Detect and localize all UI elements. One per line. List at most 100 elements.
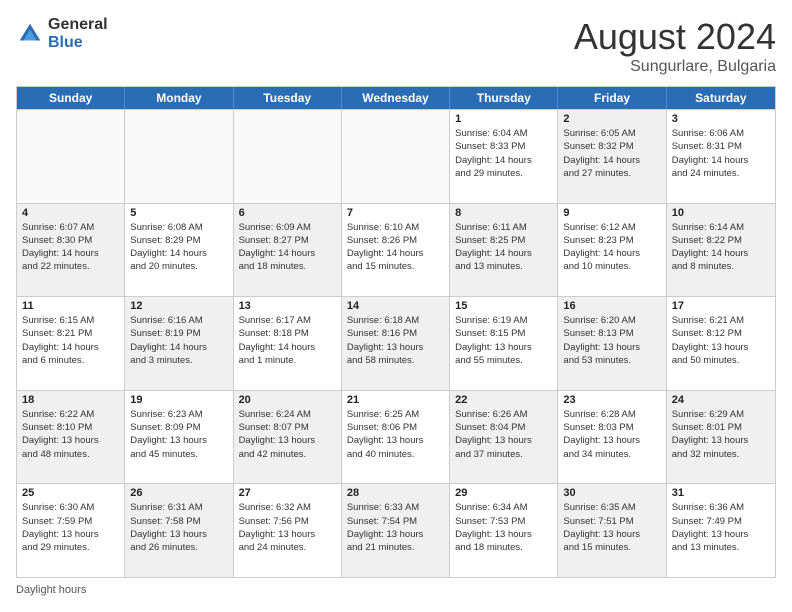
day-number: 5 xyxy=(130,207,227,219)
cell-content: Sunrise: 6:16 AM Sunset: 8:19 PM Dayligh… xyxy=(130,314,227,367)
day-number: 24 xyxy=(672,394,770,406)
day-cell-9: 9Sunrise: 6:12 AM Sunset: 8:23 PM Daylig… xyxy=(558,204,666,297)
cell-content: Sunrise: 6:22 AM Sunset: 8:10 PM Dayligh… xyxy=(22,408,119,461)
day-number: 7 xyxy=(347,207,444,219)
day-cell-7: 7 Sunrise: 6:10 AM Sunset: 8:26 PM Daylig… xyxy=(342,204,450,297)
logo-text: General Blue xyxy=(48,16,108,51)
day-number: 23 xyxy=(563,394,660,406)
title-block: August 2024 Sungurlare, Bulgaria xyxy=(574,16,776,76)
day-header-tuesday: Tuesday xyxy=(234,87,342,109)
day-number: 4 xyxy=(22,207,119,219)
logo-icon xyxy=(16,20,44,48)
day-header-saturday: Saturday xyxy=(667,87,775,109)
day-number: 18 xyxy=(22,394,119,406)
day-number: 20 xyxy=(239,394,336,406)
day-number: 21 xyxy=(347,394,444,406)
page: General Blue August 2024 Sungurlare, Bul… xyxy=(0,0,792,612)
cell-content: Sunrise: 6:36 AM Sunset: 7:49 PM Dayligh… xyxy=(672,501,770,554)
calendar: SundayMondayTuesdayWednesdayThursdayFrid… xyxy=(16,86,776,578)
cell-content: Sunrise: 6:35 AM Sunset: 7:51 PM Dayligh… xyxy=(563,501,660,554)
day-cell-2: 2 Sunrise: 6:05 AM Sunset: 8:32 PM Daylig… xyxy=(558,110,666,203)
day-number: 6 xyxy=(239,207,336,219)
empty-cell xyxy=(125,110,233,203)
day-number: 10 xyxy=(672,207,770,219)
day-cell-5: 5Sunrise: 6:08 AM Sunset: 8:29 PM Daylig… xyxy=(125,204,233,297)
day-cell-4: 4 Sunrise: 6:07 AM Sunset: 8:30 PM Daylig… xyxy=(17,204,125,297)
day-number: 11 xyxy=(22,300,119,312)
day-cell-30: 30 Sunrise: 6:35 AM Sunset: 7:51 PM Dayli… xyxy=(558,484,666,577)
day-cell-16: 16 Sunrise: 6:20 AM Sunset: 8:13 PM Dayli… xyxy=(558,297,666,390)
week-row-1: 1Sunrise: 6:04 AM Sunset: 8:33 PM Daylig… xyxy=(17,109,775,203)
cell-content: Sunrise: 6:34 AM Sunset: 7:53 PM Dayligh… xyxy=(455,501,552,554)
week-row-4: 18 Sunrise: 6:22 AM Sunset: 8:10 PM Dayli… xyxy=(17,390,775,484)
day-number: 16 xyxy=(563,300,660,312)
cell-content: Sunrise: 6:10 AM Sunset: 8:26 PM Dayligh… xyxy=(347,221,444,274)
day-cell-11: 11 Sunrise: 6:15 AM Sunset: 8:21 PM Dayli… xyxy=(17,297,125,390)
calendar-body: 1Sunrise: 6:04 AM Sunset: 8:33 PM Daylig… xyxy=(17,109,775,577)
day-number: 3 xyxy=(672,113,770,125)
month-title: August 2024 xyxy=(574,16,776,58)
cell-content: Sunrise: 6:07 AM Sunset: 8:30 PM Dayligh… xyxy=(22,221,119,274)
day-cell-22: 22 Sunrise: 6:26 AM Sunset: 8:04 PM Dayli… xyxy=(450,391,558,484)
cell-content: Sunrise: 6:21 AM Sunset: 8:12 PM Dayligh… xyxy=(672,314,770,367)
cell-content: Sunrise: 6:05 AM Sunset: 8:32 PM Dayligh… xyxy=(563,127,660,180)
cell-content: Sunrise: 6:28 AM Sunset: 8:03 PM Dayligh… xyxy=(563,408,660,461)
day-cell-25: 25Sunrise: 6:30 AM Sunset: 7:59 PM Dayli… xyxy=(17,484,125,577)
day-cell-28: 28Sunrise: 6:33 AM Sunset: 7:54 PM Dayli… xyxy=(342,484,450,577)
day-cell-13: 13 Sunrise: 6:17 AM Sunset: 8:18 PM Dayli… xyxy=(234,297,342,390)
logo-general: General xyxy=(48,16,108,34)
logo: General Blue xyxy=(16,16,108,51)
cell-content: Sunrise: 6:11 AM Sunset: 8:25 PM Dayligh… xyxy=(455,221,552,274)
cell-content: Sunrise: 6:20 AM Sunset: 8:13 PM Dayligh… xyxy=(563,314,660,367)
day-header-thursday: Thursday xyxy=(450,87,558,109)
cell-content: Sunrise: 6:15 AM Sunset: 8:21 PM Dayligh… xyxy=(22,314,119,367)
day-header-friday: Friday xyxy=(558,87,666,109)
week-row-5: 25Sunrise: 6:30 AM Sunset: 7:59 PM Dayli… xyxy=(17,483,775,577)
day-cell-17: 17Sunrise: 6:21 AM Sunset: 8:12 PM Dayli… xyxy=(667,297,775,390)
cell-content: Sunrise: 6:12 AM Sunset: 8:23 PM Dayligh… xyxy=(563,221,660,274)
week-row-3: 11 Sunrise: 6:15 AM Sunset: 8:21 PM Dayli… xyxy=(17,296,775,390)
empty-cell xyxy=(234,110,342,203)
day-number: 22 xyxy=(455,394,552,406)
day-number: 30 xyxy=(563,487,660,499)
day-number: 8 xyxy=(455,207,552,219)
cell-content: Sunrise: 6:09 AM Sunset: 8:27 PM Dayligh… xyxy=(239,221,336,274)
week-row-2: 4 Sunrise: 6:07 AM Sunset: 8:30 PM Daylig… xyxy=(17,203,775,297)
empty-cell xyxy=(17,110,125,203)
day-cell-24: 24 Sunrise: 6:29 AM Sunset: 8:01 PM Dayli… xyxy=(667,391,775,484)
calendar-header: SundayMondayTuesdayWednesdayThursdayFrid… xyxy=(17,87,775,109)
day-cell-15: 15Sunrise: 6:19 AM Sunset: 8:15 PM Dayli… xyxy=(450,297,558,390)
day-cell-20: 20 Sunrise: 6:24 AM Sunset: 8:07 PM Dayli… xyxy=(234,391,342,484)
day-cell-12: 12 Sunrise: 6:16 AM Sunset: 8:19 PM Dayli… xyxy=(125,297,233,390)
cell-content: Sunrise: 6:06 AM Sunset: 8:31 PM Dayligh… xyxy=(672,127,770,180)
cell-content: Sunrise: 6:14 AM Sunset: 8:22 PM Dayligh… xyxy=(672,221,770,274)
day-cell-19: 19Sunrise: 6:23 AM Sunset: 8:09 PM Dayli… xyxy=(125,391,233,484)
day-number: 26 xyxy=(130,487,227,499)
day-cell-31: 31Sunrise: 6:36 AM Sunset: 7:49 PM Dayli… xyxy=(667,484,775,577)
day-number: 14 xyxy=(347,300,444,312)
cell-content: Sunrise: 6:31 AM Sunset: 7:58 PM Dayligh… xyxy=(130,501,227,554)
day-cell-21: 21Sunrise: 6:25 AM Sunset: 8:06 PM Dayli… xyxy=(342,391,450,484)
day-cell-27: 27Sunrise: 6:32 AM Sunset: 7:56 PM Dayli… xyxy=(234,484,342,577)
day-cell-1: 1Sunrise: 6:04 AM Sunset: 8:33 PM Daylig… xyxy=(450,110,558,203)
day-number: 13 xyxy=(239,300,336,312)
day-number: 27 xyxy=(239,487,336,499)
location-title: Sungurlare, Bulgaria xyxy=(574,58,776,76)
day-cell-6: 6 Sunrise: 6:09 AM Sunset: 8:27 PM Daylig… xyxy=(234,204,342,297)
day-cell-8: 8 Sunrise: 6:11 AM Sunset: 8:25 PM Daylig… xyxy=(450,204,558,297)
cell-content: Sunrise: 6:29 AM Sunset: 8:01 PM Dayligh… xyxy=(672,408,770,461)
day-cell-23: 23 Sunrise: 6:28 AM Sunset: 8:03 PM Dayli… xyxy=(558,391,666,484)
cell-content: Sunrise: 6:18 AM Sunset: 8:16 PM Dayligh… xyxy=(347,314,444,367)
day-number: 12 xyxy=(130,300,227,312)
cell-content: Sunrise: 6:30 AM Sunset: 7:59 PM Dayligh… xyxy=(22,501,119,554)
day-number: 2 xyxy=(563,113,660,125)
day-number: 29 xyxy=(455,487,552,499)
header: General Blue August 2024 Sungurlare, Bul… xyxy=(16,16,776,76)
day-cell-3: 3 Sunrise: 6:06 AM Sunset: 8:31 PM Daylig… xyxy=(667,110,775,203)
cell-content: Sunrise: 6:26 AM Sunset: 8:04 PM Dayligh… xyxy=(455,408,552,461)
day-header-monday: Monday xyxy=(125,87,233,109)
logo-blue: Blue xyxy=(48,34,108,52)
day-header-wednesday: Wednesday xyxy=(342,87,450,109)
cell-content: Sunrise: 6:17 AM Sunset: 8:18 PM Dayligh… xyxy=(239,314,336,367)
cell-content: Sunrise: 6:24 AM Sunset: 8:07 PM Dayligh… xyxy=(239,408,336,461)
